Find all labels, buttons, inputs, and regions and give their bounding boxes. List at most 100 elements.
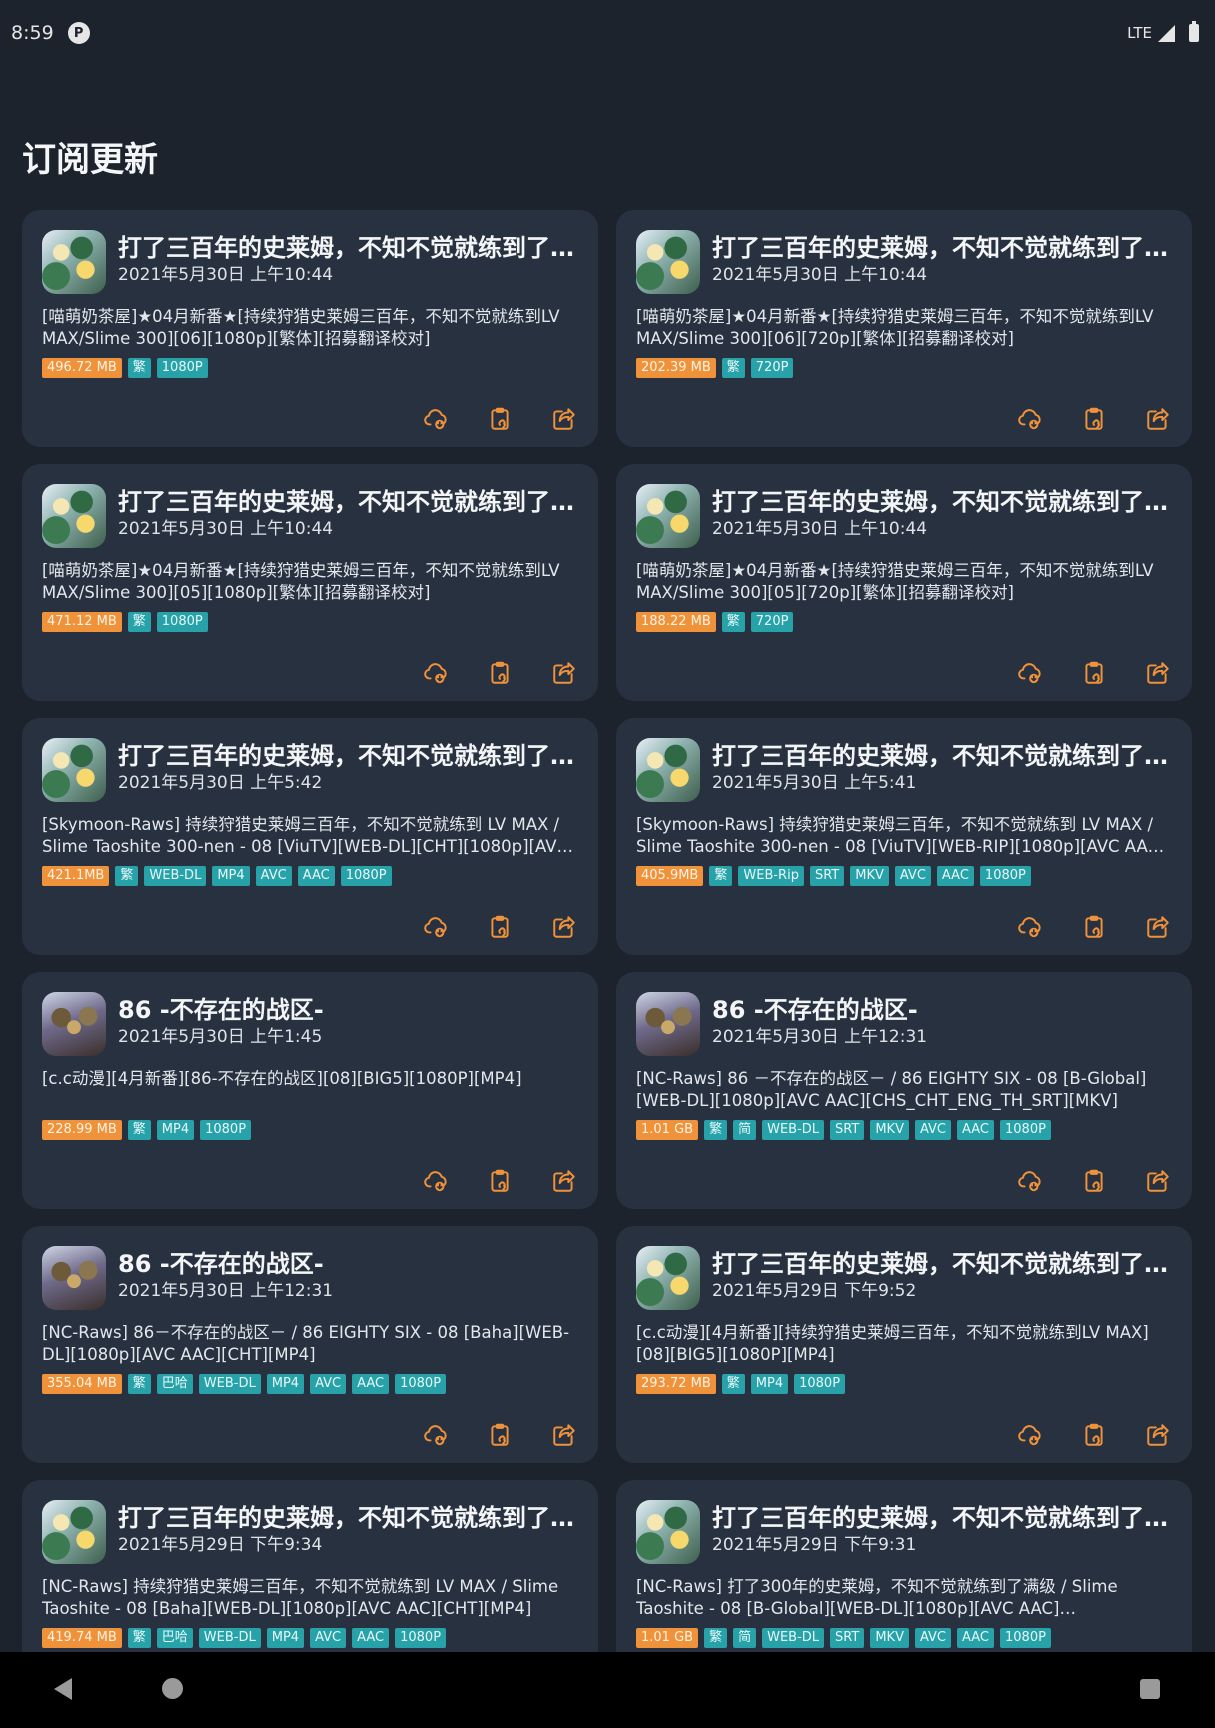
- tag-badge: 720P: [750, 612, 794, 632]
- copy-link-icon[interactable]: [486, 913, 514, 941]
- share-icon[interactable]: [1144, 659, 1172, 687]
- subscription-update-list: 打了三百年的史莱姆，不知不觉就练到了满级 2021年5月30日 上午10:44 …: [22, 210, 1194, 1717]
- publish-time: 2021年5月30日 上午10:44: [712, 519, 928, 539]
- anime-cover-image: [42, 1500, 106, 1564]
- card-heading: 打了三百年的史莱姆，不知不觉就练到了满级 2021年5月30日 上午10:44: [118, 484, 578, 540]
- copy-link-icon[interactable]: [1080, 405, 1108, 433]
- tag-badge: 繁: [721, 358, 745, 378]
- copy-link-icon[interactable]: [486, 659, 514, 687]
- back-icon[interactable]: [54, 1678, 72, 1700]
- anime-cover-image: [636, 738, 700, 802]
- publish-time: 2021年5月30日 上午10:44: [118, 519, 334, 539]
- torrent-name: [c.c动漫][4月新番][持续狩猎史莱姆三百年，不知不觉就练到LV MAX][…: [636, 1323, 1149, 1364]
- network-type: LTE: [1127, 24, 1152, 42]
- share-icon[interactable]: [1144, 405, 1172, 433]
- card-header: 打了三百年的史莱姆，不知不觉就练到了满级 2021年5月30日 上午5:41: [636, 738, 1172, 802]
- share-icon[interactable]: [1144, 1421, 1172, 1449]
- share-icon[interactable]: [550, 913, 578, 941]
- card-header: 86 -不存在的战区- 2021年5月30日 上午12:31: [636, 992, 1172, 1056]
- tag-badge: 1080P: [1000, 1120, 1051, 1140]
- size-badge: 496.72 MB: [42, 358, 122, 378]
- subscription-card[interactable]: 打了三百年的史莱姆，不知不觉就练到了满级 2021年5月29日 下午9:52 […: [616, 1226, 1192, 1463]
- cloud-download-icon[interactable]: [422, 405, 450, 433]
- publish-time: 2021年5月30日 上午10:44: [118, 265, 334, 285]
- tag-badge: MP4: [156, 1120, 195, 1140]
- subscription-card[interactable]: 打了三百年的史莱姆，不知不觉就练到了满级 2021年5月30日 上午5:41 […: [616, 718, 1192, 955]
- torrent-name: [Skymoon-Raws] 持续狩猎史莱姆三百年，不知不觉就练到 LV MAX…: [42, 815, 569, 856]
- subscription-card[interactable]: 86 -不存在的战区- 2021年5月30日 上午12:31 [NC-Raws]…: [22, 1226, 598, 1463]
- copy-link-icon[interactable]: [486, 1421, 514, 1449]
- cloud-download-icon[interactable]: [1016, 1167, 1044, 1195]
- card-header: 打了三百年的史莱姆，不知不觉就练到了满级 2021年5月30日 上午10:44: [42, 484, 578, 548]
- torrent-name: [NC-Raws] 86 －不存在的战区－ / 86 EIGHTY SIX - …: [636, 1069, 1147, 1110]
- anime-cover-image: [636, 230, 700, 294]
- card-actions: [1016, 1167, 1172, 1195]
- card-header: 打了三百年的史莱姆，不知不觉就练到了满级 2021年5月30日 上午10:44: [42, 230, 578, 294]
- subscription-card[interactable]: 打了三百年的史莱姆，不知不觉就练到了满级 2021年5月30日 上午10:44 …: [22, 464, 598, 701]
- tag-badge: 巴哈: [156, 1628, 193, 1648]
- tag-badge: 繁: [127, 1628, 151, 1648]
- tag-badge: MP4: [266, 1374, 305, 1394]
- cloud-download-icon[interactable]: [422, 913, 450, 941]
- card-actions: [422, 913, 578, 941]
- subscription-card[interactable]: 86 -不存在的战区- 2021年5月30日 上午1:45 [c.c动漫][4月…: [22, 972, 598, 1209]
- share-icon[interactable]: [1144, 1167, 1172, 1195]
- card-actions: [1016, 405, 1172, 433]
- cloud-download-icon[interactable]: [1016, 405, 1044, 433]
- size-badge: 293.72 MB: [636, 1374, 716, 1394]
- copy-link-icon[interactable]: [1080, 913, 1108, 941]
- cloud-download-icon[interactable]: [422, 1167, 450, 1195]
- home-icon[interactable]: [162, 1678, 183, 1699]
- recents-icon[interactable]: [1140, 1679, 1160, 1699]
- tag-badge: 繁: [721, 612, 745, 632]
- share-icon[interactable]: [550, 1167, 578, 1195]
- cloud-download-icon[interactable]: [422, 659, 450, 687]
- tag-badge: 繁: [721, 1374, 745, 1394]
- tag-badge: AAC: [957, 1120, 995, 1140]
- subscription-card[interactable]: 打了三百年的史莱姆，不知不觉就练到了满级 2021年5月30日 上午10:44 …: [616, 210, 1192, 447]
- tag-badge: SRT: [830, 1628, 865, 1648]
- status-time: 8:59: [11, 22, 54, 44]
- tag-badge: 1080P: [794, 1374, 846, 1394]
- tag-list: 419.74 MB 繁巴哈 WEB-DL MP4 AVC AAC 1080P: [42, 1628, 578, 1648]
- copy-link-icon[interactable]: [486, 405, 514, 433]
- publish-time: 2021年5月30日 上午5:41: [712, 773, 917, 793]
- subscription-card[interactable]: 打了三百年的史莱姆，不知不觉就练到了满级 2021年5月30日 上午10:44 …: [616, 464, 1192, 701]
- tag-list: 355.04 MB 繁巴哈 WEB-DL MP4 AVC AAC 1080P: [42, 1374, 578, 1394]
- copy-link-icon[interactable]: [1080, 1167, 1108, 1195]
- notification-app-icon: P: [67, 22, 90, 44]
- subscription-card[interactable]: 86 -不存在的战区- 2021年5月30日 上午12:31 [NC-Raws]…: [616, 972, 1192, 1209]
- anime-title: 打了三百年的史莱姆，不知不觉就练到了满级: [118, 1504, 578, 1532]
- publish-time: 2021年5月30日 上午12:31: [712, 1027, 928, 1047]
- tag-badge: 繁: [709, 866, 733, 886]
- tag-badge: AVC: [310, 1374, 347, 1394]
- tag-list: 421.1MB 繁 WEB-DL MP4 AVC AAC 1080P: [42, 866, 578, 886]
- card-header: 86 -不存在的战区- 2021年5月30日 上午12:31: [42, 1246, 578, 1310]
- cloud-download-icon[interactable]: [1016, 913, 1044, 941]
- tag-badge: AVC: [894, 866, 931, 886]
- copy-link-icon[interactable]: [486, 1167, 514, 1195]
- tag-list: 471.12 MB 繁 1080P: [42, 612, 578, 632]
- share-icon[interactable]: [550, 1421, 578, 1449]
- share-icon[interactable]: [550, 659, 578, 687]
- tag-badge: 繁: [127, 1374, 151, 1394]
- copy-link-icon[interactable]: [1080, 659, 1108, 687]
- subscription-card[interactable]: 打了三百年的史莱姆，不知不觉就练到了满级 2021年5月30日 上午5:42 […: [22, 718, 598, 955]
- torrent-name: [c.c动漫][4月新番][86-不存在的战区][08][BIG5][1080P…: [42, 1069, 522, 1088]
- tag-badge: AAC: [957, 1628, 995, 1648]
- card-header: 打了三百年的史莱姆，不知不觉就练到了满级 2021年5月29日 下午9:52: [636, 1246, 1172, 1310]
- anime-cover-image: [636, 992, 700, 1056]
- anime-title: 打了三百年的史莱姆，不知不觉就练到了满级: [118, 488, 578, 516]
- cloud-download-icon[interactable]: [1016, 1421, 1044, 1449]
- signal-icon: [1158, 24, 1175, 42]
- card-header: 86 -不存在的战区- 2021年5月30日 上午1:45: [42, 992, 578, 1056]
- copy-link-icon[interactable]: [1080, 1421, 1108, 1449]
- card-actions: [422, 1421, 578, 1449]
- tag-badge: 巴哈: [156, 1374, 193, 1394]
- share-icon[interactable]: [1144, 913, 1172, 941]
- share-icon[interactable]: [550, 405, 578, 433]
- cloud-download-icon[interactable]: [1016, 659, 1044, 687]
- cloud-download-icon[interactable]: [422, 1421, 450, 1449]
- anime-title: 86 -不存在的战区-: [118, 1250, 324, 1278]
- subscription-card[interactable]: 打了三百年的史莱姆，不知不觉就练到了满级 2021年5月30日 上午10:44 …: [22, 210, 598, 447]
